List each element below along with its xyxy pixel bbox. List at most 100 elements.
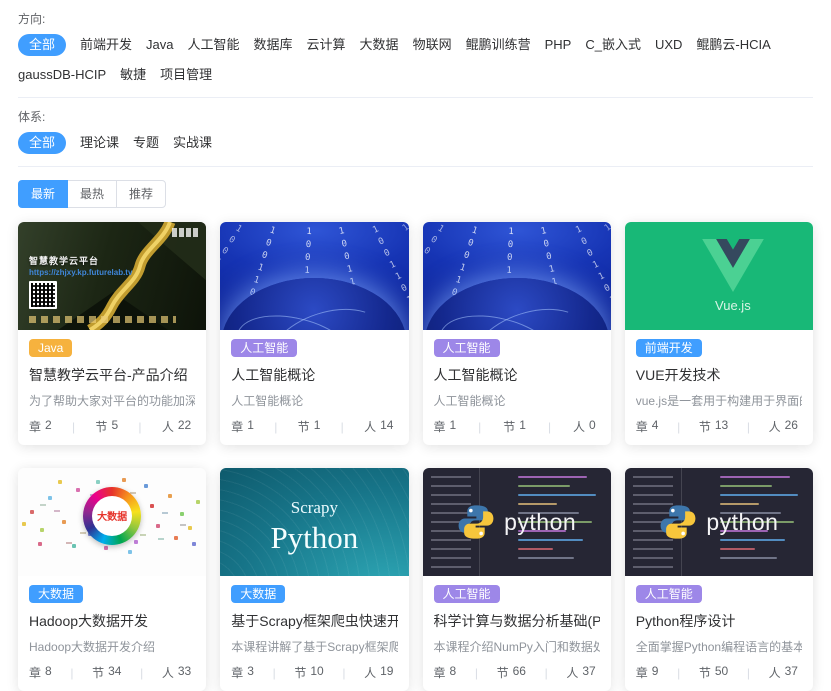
section-count: 节5 bbox=[95, 418, 118, 435]
course-stats: 章8 | 节34 | 人33 bbox=[29, 664, 195, 681]
direction-tag-kunpeng-hcia[interactable]: 鲲鹏云-HCIA bbox=[696, 35, 770, 55]
direction-tag-kunpeng-camp[interactable]: 鲲鹏训练营 bbox=[466, 35, 531, 55]
people-count: 人14 bbox=[364, 418, 393, 435]
course-title: VUE开发技术 bbox=[636, 365, 802, 385]
cover-platform-title: 智慧教学云平台 bbox=[29, 254, 99, 267]
course-grid: 智慧教学云平台 https://zhjxy.kp.futurelab.tv Ja… bbox=[18, 222, 813, 691]
stat-separator: | bbox=[747, 666, 750, 680]
course-tag-java: Java bbox=[29, 339, 72, 357]
course-cover-python-code: python bbox=[423, 468, 611, 576]
course-card-ai-intro-1[interactable]: 0100110101 0100110101 0100110101 0100110… bbox=[220, 222, 408, 445]
course-list-page: 方向: 全部 前端开发 Java 人工智能 数据库 云计算 大数据 物联网 鲲鹏… bbox=[0, 0, 831, 691]
direction-tag-java[interactable]: Java bbox=[146, 35, 173, 55]
direction-tag-c-embedded[interactable]: C_嵌入式 bbox=[585, 35, 641, 55]
system-filter-section: 体系: 全部 理论课 专题 实战课 bbox=[18, 108, 813, 154]
cover-corner-logo bbox=[172, 228, 198, 237]
scrapy-title-text: Scrapy bbox=[291, 498, 338, 518]
qr-code bbox=[29, 281, 57, 309]
stat-separator: | bbox=[274, 420, 277, 434]
course-cover-binary-globe: 0100110101 0100110101 0100110101 0100110… bbox=[423, 222, 611, 330]
direction-tag-php[interactable]: PHP bbox=[545, 35, 572, 55]
course-title: 基于Scrapy框架爬虫快速开发(... bbox=[231, 611, 397, 631]
direction-tag-iot[interactable]: 物联网 bbox=[413, 35, 452, 55]
course-tag-frontend: 前端开发 bbox=[636, 339, 702, 357]
bigdata-center-label: 大数据 bbox=[97, 508, 127, 523]
section-count: 节34 bbox=[92, 664, 121, 681]
section-count: 节1 bbox=[298, 418, 321, 435]
people-count: 人37 bbox=[769, 664, 798, 681]
sort-recommended-button[interactable]: 推荐 bbox=[116, 180, 166, 208]
direction-filter-label: 方向: bbox=[18, 10, 813, 27]
course-tag-bigdata: 大数据 bbox=[29, 585, 83, 603]
course-stats: 章1 | 节1 | 人0 bbox=[434, 418, 600, 435]
course-title: 人工智能概论 bbox=[231, 365, 397, 385]
stat-separator: | bbox=[478, 420, 481, 434]
people-count: 人22 bbox=[162, 418, 191, 435]
stat-separator: | bbox=[138, 420, 141, 434]
course-card-hadoop[interactable]: 大数据 大数据 Hadoop大数据开发 Hadoop大数据开发介绍 章8 | 节… bbox=[18, 468, 206, 691]
course-stats: 章2 | 节5 | 人22 bbox=[29, 418, 195, 435]
course-stats: 章9 | 节50 | 人37 bbox=[636, 664, 802, 681]
direction-tag-bigdata[interactable]: 大数据 bbox=[360, 35, 399, 55]
direction-tag-uxd[interactable]: UXD bbox=[655, 35, 682, 55]
stat-separator: | bbox=[747, 420, 750, 434]
course-cover-binary-globe: 0100110101 0100110101 0100110101 0100110… bbox=[220, 222, 408, 330]
direction-tag-database[interactable]: 数据库 bbox=[254, 35, 293, 55]
course-title: 人工智能概论 bbox=[434, 365, 600, 385]
stat-separator: | bbox=[677, 666, 680, 680]
vue-caption: Vue.js bbox=[715, 298, 751, 313]
stat-separator: | bbox=[342, 666, 345, 680]
course-stats: 章8 | 节66 | 人37 bbox=[434, 664, 600, 681]
course-card-body: 人工智能 人工智能概论 人工智能概论 章1 | 节1 | 人14 bbox=[220, 330, 408, 445]
course-title: Hadoop大数据开发 bbox=[29, 611, 195, 631]
course-card-body: 前端开发 VUE开发技术 vue.js是一套用于构建用于界面的... 章4 | … bbox=[625, 330, 813, 445]
course-tag-ai: 人工智能 bbox=[231, 339, 297, 357]
stat-separator: | bbox=[72, 420, 75, 434]
system-tag-practical[interactable]: 实战课 bbox=[173, 133, 212, 153]
stat-separator: | bbox=[475, 666, 478, 680]
people-count: 人37 bbox=[566, 664, 595, 681]
stat-separator: | bbox=[140, 666, 143, 680]
section-divider bbox=[18, 166, 813, 167]
course-cover-canyon-photo: 智慧教学云平台 https://zhjxy.kp.futurelab.tv bbox=[18, 222, 206, 330]
direction-tag-gaussdb-hcip[interactable]: gaussDB-HCIP bbox=[18, 65, 106, 85]
course-card-body: Java 智慧教学云平台-产品介绍 为了帮助大家对平台的功能加深理... 章2 … bbox=[18, 330, 206, 445]
direction-tag-cloud[interactable]: 云计算 bbox=[307, 35, 346, 55]
chapter-count: 章8 bbox=[434, 664, 457, 681]
chapter-count: 章8 bbox=[29, 664, 52, 681]
course-tag-ai: 人工智能 bbox=[434, 339, 500, 357]
sort-hottest-button[interactable]: 最热 bbox=[67, 180, 117, 208]
vue-logo-wrap: Vue.js bbox=[702, 239, 764, 313]
course-card-scicomp-python[interactable]: python 人工智能 科学计算与数据分析基础(Pyth... 本课程介绍Num… bbox=[423, 468, 611, 691]
course-description: Hadoop大数据开发介绍 bbox=[29, 638, 195, 655]
course-card-python-programming[interactable]: python 人工智能 Python程序设计 全面掌握Python编程语言的基本… bbox=[625, 468, 813, 691]
direction-tag-project-mgmt[interactable]: 项目管理 bbox=[160, 65, 212, 85]
system-tag-all[interactable]: 全部 bbox=[18, 132, 66, 154]
course-stats: 章3 | 节10 | 人19 bbox=[231, 664, 397, 681]
system-tag-theory[interactable]: 理论课 bbox=[80, 133, 119, 153]
chapter-count: 章3 bbox=[231, 664, 254, 681]
section-count: 节13 bbox=[699, 418, 728, 435]
course-card-scrapy[interactable]: Scrapy Python 大数据 基于Scrapy框架爬虫快速开发(... 本… bbox=[220, 468, 408, 691]
chapter-count: 章1 bbox=[231, 418, 254, 435]
stat-separator: | bbox=[341, 420, 344, 434]
sort-newest-button[interactable]: 最新 bbox=[18, 180, 68, 208]
course-cover-bigdata-burst: 大数据 bbox=[18, 468, 206, 576]
chapter-count: 章2 bbox=[29, 418, 52, 435]
section-count: 节10 bbox=[294, 664, 323, 681]
course-card-ai-intro-2[interactable]: 0100110101 0100110101 0100110101 0100110… bbox=[423, 222, 611, 445]
course-card-smart-platform[interactable]: 智慧教学云平台 https://zhjxy.kp.futurelab.tv Ja… bbox=[18, 222, 206, 445]
direction-tag-frontend[interactable]: 前端开发 bbox=[80, 35, 132, 55]
python-logo-row: python bbox=[423, 468, 611, 576]
python-title-text: Python bbox=[270, 520, 358, 556]
stat-separator: | bbox=[273, 666, 276, 680]
course-description: 本课程介绍NumPy入门和数据处... bbox=[434, 638, 600, 655]
system-filter-label: 体系: bbox=[18, 108, 813, 125]
system-tag-topic[interactable]: 专题 bbox=[133, 133, 159, 153]
course-cover-vue: Vue.js bbox=[625, 222, 813, 330]
course-card-vue[interactable]: Vue.js 前端开发 VUE开发技术 vue.js是一套用于构建用于界面的..… bbox=[625, 222, 813, 445]
stat-separator: | bbox=[545, 666, 548, 680]
direction-tag-ai[interactable]: 人工智能 bbox=[188, 35, 240, 55]
direction-tag-agile[interactable]: 敏捷 bbox=[120, 65, 146, 85]
direction-tag-all[interactable]: 全部 bbox=[18, 34, 66, 56]
